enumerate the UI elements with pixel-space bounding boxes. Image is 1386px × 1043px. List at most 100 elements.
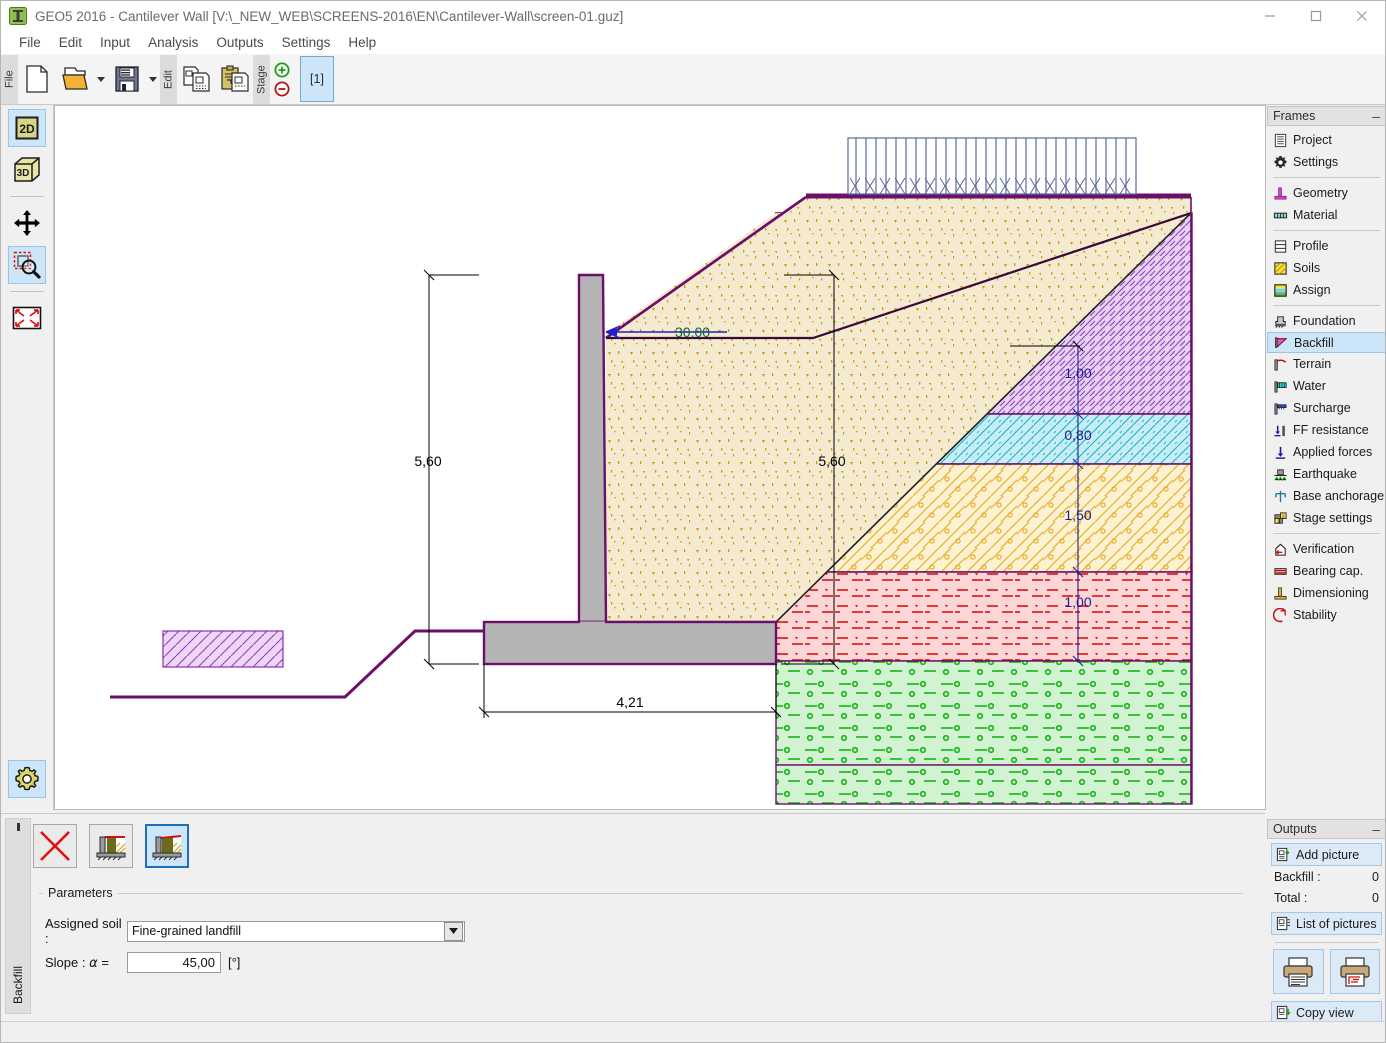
frame-item-backfill[interactable]: Backfill [1267, 332, 1386, 353]
frame-label-terrain: Terrain [1293, 357, 1331, 371]
zoom-fit-tool-button[interactable] [8, 299, 46, 337]
open-file-dropdown[interactable] [94, 57, 108, 101]
new-document-button[interactable] [18, 57, 56, 101]
view-3d-button[interactable]: 3D [8, 151, 46, 189]
applied-forces-icon [1273, 445, 1288, 460]
list-of-pictures-label: List of pictures [1296, 917, 1377, 931]
print-picture-button[interactable] [1330, 949, 1381, 994]
frame-item-soils[interactable]: Soils [1267, 257, 1386, 279]
open-file-button[interactable] [56, 57, 94, 101]
stage-tab-1[interactable]: [1] [300, 56, 334, 102]
pan-tool-button[interactable] [8, 204, 46, 242]
slope-label: Slope : α = [45, 955, 127, 971]
toolbar-divider-2 [10, 291, 44, 292]
frame-item-foundation[interactable]: Foundation [1267, 310, 1386, 332]
frame-item-ff-resistance[interactable]: FF resistance [1267, 419, 1386, 441]
copy-stage-button[interactable] [177, 57, 215, 101]
drawing-canvas[interactable]: 5,60 5,60 4,21 [54, 105, 1266, 810]
backfill-flat-icon [94, 829, 128, 863]
panel-tab-backfill[interactable]: Backfill [5, 818, 31, 1014]
assigned-soil-value: Fine-grained landfill [132, 924, 241, 938]
frame-item-stability[interactable]: Stability [1267, 604, 1386, 626]
minimize-button[interactable] [1247, 1, 1293, 31]
menu-help[interactable]: Help [339, 33, 385, 52]
frame-item-project[interactable]: Project [1267, 129, 1386, 151]
frames-panel-header: Frames – [1267, 106, 1386, 126]
list-of-pictures-icon [1276, 916, 1291, 931]
zoom-window-tool-button[interactable] [8, 246, 46, 284]
slope-symbol: α [89, 956, 98, 971]
material-icon [1273, 208, 1288, 223]
dim-label-backfill-height-right: 5,60 [818, 453, 845, 469]
remove-stage-button[interactable] [274, 81, 290, 97]
frame-item-terrain[interactable]: Terrain [1267, 353, 1386, 375]
view-2d-button[interactable]: 2D [8, 109, 46, 147]
view-settings-button[interactable] [8, 760, 46, 798]
toolbar-group-stage: Stage [253, 55, 270, 104]
bearing-capacity-icon [1273, 564, 1288, 579]
project-icon [1273, 133, 1288, 148]
slope-label-text: Slope : [45, 955, 85, 970]
surcharge-icon [1273, 401, 1288, 416]
frame-item-geometry[interactable]: Geometry [1267, 182, 1386, 204]
tab-grip-dot [17, 823, 20, 831]
outputs-panel: Outputs – Add picture Backfill : 0 Total… [1267, 819, 1386, 1043]
frame-item-dimensioning[interactable]: Dimensioning [1267, 582, 1386, 604]
menu-edit[interactable]: Edit [50, 33, 91, 52]
frames-minimize-button[interactable]: – [1372, 112, 1380, 120]
copy-view-icon [1276, 1005, 1291, 1020]
dim-label-layer3: 1,50 [1064, 507, 1091, 523]
menu-analysis[interactable]: Analysis [139, 33, 207, 52]
list-of-pictures-button[interactable]: List of pictures [1271, 912, 1382, 935]
minus-circle-icon [274, 81, 290, 97]
geo5-application-window: GEO5 2016 - Cantilever Wall [V:\_NEW_WEB… [0, 0, 1386, 1043]
frame-item-earthquake[interactable]: Earthquake [1267, 463, 1386, 485]
slope-input[interactable]: 45,00 [127, 952, 221, 973]
frame-item-stage-settings[interactable]: 1 2 Stage settings [1267, 507, 1386, 529]
backfill-mode-none-button[interactable] [33, 824, 77, 868]
geometry-icon [1273, 186, 1288, 201]
frame-item-water[interactable]: Water [1267, 375, 1386, 397]
backfill-mode-sloped-button[interactable] [145, 824, 189, 868]
menu-input[interactable]: Input [91, 33, 139, 52]
close-icon[interactable] [1339, 1, 1385, 31]
assigned-soil-select[interactable]: Fine-grained landfill [127, 921, 465, 942]
frame-label-profile: Profile [1293, 239, 1328, 253]
frame-item-surcharge[interactable]: Surcharge [1267, 397, 1386, 419]
add-picture-button[interactable]: Add picture [1271, 843, 1382, 866]
outputs-divider [1275, 942, 1378, 943]
plus-circle-icon [274, 62, 290, 78]
frame-label-surcharge: Surcharge [1293, 401, 1351, 415]
frame-label-earthquake: Earthquake [1293, 467, 1357, 481]
menu-outputs[interactable]: Outputs [207, 33, 272, 52]
frame-item-base-anchorage[interactable]: Base anchorage [1267, 485, 1386, 507]
view-toolbar: 2D 3D [1, 105, 54, 810]
menu-settings[interactable]: Settings [273, 33, 340, 52]
copy-stage-icon [181, 64, 211, 94]
frame-item-verification[interactable]: Verification [1267, 538, 1386, 560]
frame-label-ff-resistance: FF resistance [1293, 423, 1369, 437]
maximize-button[interactable] [1293, 1, 1339, 31]
panel-tab-label: Backfill [11, 966, 25, 1004]
dim-wall-height-left [424, 270, 479, 669]
add-stage-button[interactable] [274, 62, 290, 78]
frame-item-material[interactable]: Material [1267, 204, 1386, 226]
dim-label-layer4: 1,00 [1064, 594, 1091, 610]
frame-item-assign[interactable]: Assign [1267, 279, 1386, 301]
paste-stage-button[interactable] [215, 57, 253, 101]
frame-label-soils: Soils [1293, 261, 1320, 275]
menu-file[interactable]: File [10, 33, 50, 52]
print-document-button[interactable] [1273, 949, 1324, 994]
frame-item-profile[interactable]: Profile [1267, 235, 1386, 257]
add-picture-label: Add picture [1296, 848, 1359, 862]
frame-item-bearing-cap[interactable]: Bearing cap. [1267, 560, 1386, 582]
save-file-dropdown[interactable] [146, 57, 160, 101]
outputs-minimize-button[interactable]: – [1372, 825, 1380, 833]
soils-icon [1273, 261, 1288, 276]
backfill-mode-flat-button[interactable] [89, 824, 133, 868]
frame-item-applied-forces[interactable]: Applied forces [1267, 441, 1386, 463]
save-file-button[interactable] [108, 57, 146, 101]
chevron-down-icon[interactable] [444, 922, 463, 941]
frame-item-settings[interactable]: Settings [1267, 151, 1386, 173]
profile-icon [1273, 239, 1288, 254]
